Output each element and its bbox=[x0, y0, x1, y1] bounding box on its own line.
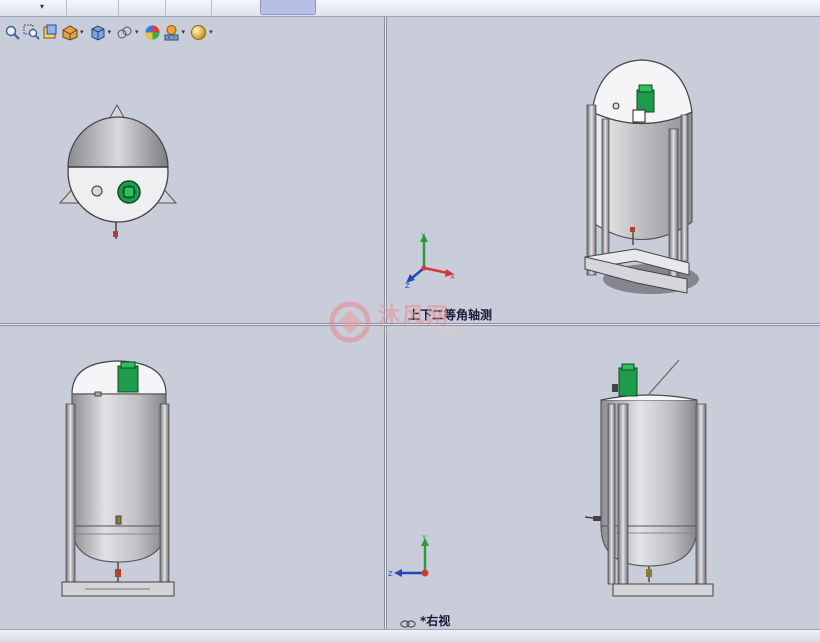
toolbar-separator bbox=[66, 0, 67, 16]
viewport-bottom-right[interactable] bbox=[387, 326, 820, 629]
tank-model-right-view[interactable] bbox=[584, 359, 714, 597]
view-label-right: *右视 bbox=[420, 614, 451, 628]
viewport-bottom-left[interactable] bbox=[0, 326, 384, 629]
watermark-logo: 沐风网 www.mfcad.com bbox=[326, 298, 501, 348]
triad-x-label: X bbox=[450, 273, 455, 281]
tank-model-front-view[interactable] bbox=[61, 360, 175, 597]
coordinate-triad-isometric: Y X Z bbox=[405, 232, 455, 290]
triad-z-label: Z bbox=[405, 282, 410, 290]
status-bar bbox=[0, 629, 820, 642]
link-views-icon[interactable] bbox=[400, 614, 416, 628]
command-manager-bar: ▾ bbox=[0, 0, 820, 17]
active-command-tab[interactable] bbox=[260, 0, 316, 15]
coordinate-triad-right-view: Y Z bbox=[388, 534, 429, 578]
watermark-url: www.mfcad.com bbox=[376, 326, 472, 337]
triad-y-label: Y bbox=[421, 534, 427, 542]
toolbar-separator bbox=[165, 0, 166, 16]
chevron-down-icon[interactable]: ▾ bbox=[40, 0, 44, 14]
x-axis-arrow bbox=[423, 266, 449, 275]
watermark-emblem bbox=[329, 301, 371, 343]
toolbar-separator bbox=[118, 0, 119, 16]
tank-model-top-view[interactable] bbox=[58, 103, 178, 239]
toolbar-separator bbox=[211, 0, 212, 16]
triad-z-label: Z bbox=[388, 570, 393, 578]
viewport-top-left[interactable] bbox=[0, 17, 384, 323]
tank-model-isometric[interactable] bbox=[584, 59, 699, 294]
triad-y-label: Y bbox=[420, 232, 426, 240]
